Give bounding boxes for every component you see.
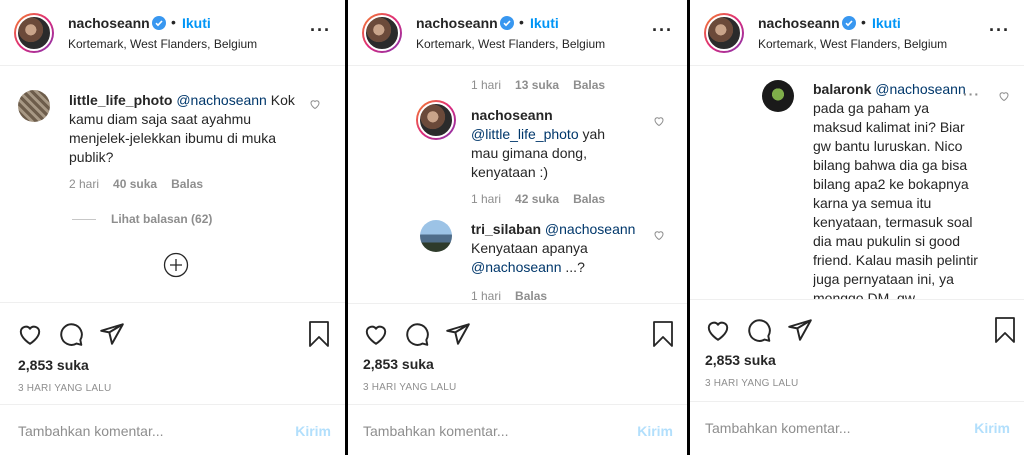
more-options-icon[interactable]: ··· [652, 20, 673, 41]
add-comment-input[interactable]: Tambahkan komentar... [705, 420, 851, 436]
load-more-comments-icon[interactable] [163, 252, 189, 278]
add-comment-bar: Tambahkan komentar... Kirim [690, 401, 1024, 453]
reply-like-heart-icon[interactable] [998, 90, 1010, 102]
follow-button[interactable]: Ikuti [182, 15, 211, 31]
location-link[interactable]: Kortemark, West Flanders, Belgium [758, 37, 947, 51]
location-link[interactable]: Kortemark, West Flanders, Belgium [68, 37, 257, 51]
author-avatar[interactable] [362, 13, 402, 53]
comment-meta: 1 hari 13 suka Balas [471, 78, 619, 92]
post-time-ago: 3 HARI YANG LALU [363, 382, 457, 393]
like-heart-icon[interactable] [17, 321, 43, 347]
separator-dot: • [519, 14, 524, 30]
location-link[interactable]: Kortemark, West Flanders, Belgium [416, 37, 605, 51]
post-panel-3: nachoseann • Ikuti Kortemark, West Fland… [690, 0, 1024, 455]
share-paper-plane-icon[interactable] [99, 321, 125, 347]
reply-text: balaronk @nachoseann pada ga paham ya ma… [813, 80, 981, 300]
comment-meta: 2 hari 40 suka Balas [69, 177, 217, 191]
view-replies-button[interactable]: Lihat balasan (62) [111, 212, 212, 226]
reply-button[interactable]: Balas [573, 192, 605, 206]
comment-time: 2 hari [69, 177, 100, 191]
reply-button[interactable]: Balas [573, 78, 605, 92]
like-heart-icon[interactable] [705, 317, 731, 343]
author-avatar[interactable] [704, 13, 744, 53]
reply-body: Kenyataan apanya [471, 240, 588, 256]
reply-button[interactable]: Balas [515, 289, 547, 303]
likes-count[interactable]: 2,853 suka [18, 357, 89, 373]
likes-count[interactable]: 2,853 suka [705, 352, 776, 368]
reply-mention[interactable]: @nachoseann [545, 221, 636, 237]
post-header: nachoseann • Ikuti Kortemark, West Fland… [690, 0, 1024, 66]
reply-like-heart-icon[interactable] [653, 229, 665, 241]
follow-button[interactable]: Ikuti [530, 15, 559, 31]
post-time-ago: 3 HARI YANG LALU [705, 378, 799, 389]
reply-more-options-icon[interactable]: ··· [963, 86, 980, 102]
reply-body-suffix: ...? [565, 259, 585, 275]
send-comment-button[interactable]: Kirim [637, 423, 673, 439]
more-options-icon[interactable]: ··· [310, 20, 331, 41]
comment-like-heart-icon[interactable] [309, 98, 321, 110]
save-bookmark-icon[interactable] [651, 320, 675, 348]
verified-badge-icon [842, 16, 856, 30]
post-panel-1: nachoseann • Ikuti Kortemark, West Fland… [0, 0, 345, 455]
comment-bubble-icon[interactable] [404, 321, 430, 347]
post-header: nachoseann • Ikuti Kortemark, West Fland… [0, 0, 345, 66]
commenter-avatar[interactable] [18, 90, 50, 122]
reply-mention[interactable]: @nachoseann [875, 81, 966, 97]
reply-time: 1 hari [471, 192, 502, 206]
author-username[interactable]: nachoseann [758, 15, 840, 31]
reply-author-avatar[interactable] [762, 80, 794, 112]
likes-count[interactable]: 2,853 suka [363, 356, 434, 372]
post-time-ago: 3 HARI YANG LALU [18, 383, 112, 394]
reply-username[interactable]: balaronk [813, 81, 871, 97]
author-avatar[interactable] [14, 13, 54, 53]
comment-bubble-icon[interactable] [58, 321, 84, 347]
reply-username[interactable]: nachoseann [471, 107, 553, 123]
add-comment-bar: Tambahkan komentar... Kirim [0, 404, 345, 455]
follow-button[interactable]: Ikuti [872, 15, 901, 31]
reply-time: 1 hari [471, 289, 502, 303]
share-paper-plane-icon[interactable] [787, 317, 813, 343]
reply-like-heart-icon[interactable] [653, 115, 665, 127]
commenter-username[interactable]: little_life_photo [69, 92, 172, 108]
save-bookmark-icon[interactable] [993, 316, 1017, 344]
reply-button[interactable]: Balas [171, 177, 203, 191]
share-paper-plane-icon[interactable] [445, 321, 471, 347]
like-heart-icon[interactable] [363, 321, 389, 347]
add-comment-input[interactable]: Tambahkan komentar... [363, 423, 509, 439]
verified-badge-icon [152, 16, 166, 30]
reply-author-avatar[interactable] [420, 220, 452, 252]
send-comment-button[interactable]: Kirim [974, 420, 1010, 436]
comment-likes[interactable]: 40 suka [113, 177, 157, 191]
author-username[interactable]: nachoseann [416, 15, 498, 31]
add-comment-input[interactable]: Tambahkan komentar... [18, 423, 164, 439]
verified-badge-icon [500, 16, 514, 30]
comment-text: little_life_photo @nachoseann Kok kamu d… [69, 91, 309, 167]
reply-mention[interactable]: @little_life_photo [471, 126, 579, 142]
reply-likes[interactable]: 42 suka [515, 192, 559, 206]
post-header: nachoseann • Ikuti Kortemark, West Fland… [348, 0, 687, 66]
replies-divider [72, 219, 96, 220]
more-options-icon[interactable]: ··· [989, 20, 1010, 41]
reply-username[interactable]: tri_silaban [471, 221, 541, 237]
reply-meta: 1 hari 42 suka Balas [471, 192, 619, 206]
comment-mention[interactable]: @nachoseann [176, 92, 267, 108]
comment-likes[interactable]: 13 suka [515, 78, 559, 92]
separator-dot: • [861, 14, 866, 30]
reply-author-avatar[interactable] [416, 100, 456, 140]
reply-text: nachoseann @little_life_photo yah mau gi… [471, 106, 631, 182]
reply-body: pada ga paham ya maksud kalimat ini? Bia… [813, 100, 978, 300]
add-comment-bar: Tambahkan komentar... Kirim [348, 404, 687, 455]
send-comment-button[interactable]: Kirim [295, 423, 331, 439]
save-bookmark-icon[interactable] [307, 320, 331, 348]
post-panel-2: nachoseann • Ikuti Kortemark, West Fland… [348, 0, 687, 455]
reply-meta: 1 hari Balas [471, 289, 561, 303]
separator-dot: • [171, 14, 176, 30]
author-username[interactable]: nachoseann [68, 15, 150, 31]
comment-time: 1 hari [471, 78, 502, 92]
comment-bubble-icon[interactable] [746, 317, 772, 343]
reply-mention[interactable]: @nachoseann [471, 259, 562, 275]
reply-text: tri_silaban @nachoseann Kenyataan apanya… [471, 220, 646, 277]
